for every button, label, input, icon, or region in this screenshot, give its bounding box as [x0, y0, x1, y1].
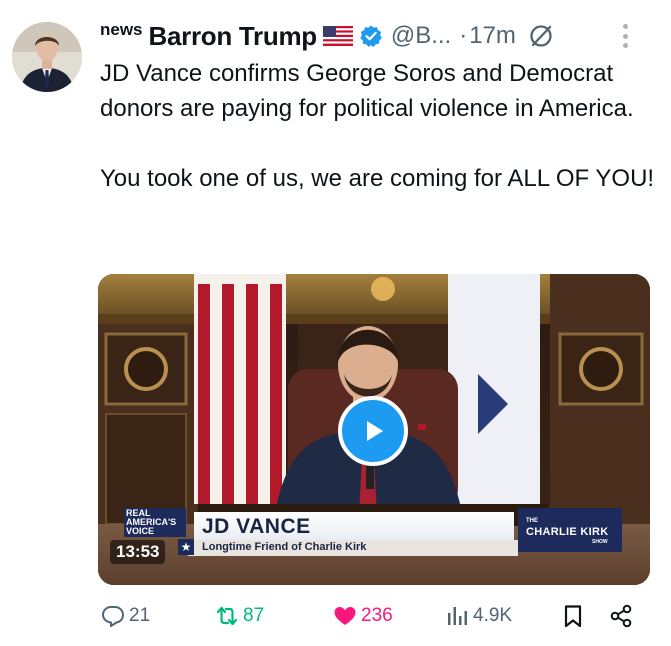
show-logo-the: THE: [526, 518, 538, 524]
bookmark-icon: [560, 603, 586, 629]
logo-block: REAL AMERICA'S VOICE: [124, 508, 186, 537]
more-dot: [623, 24, 628, 29]
bookmark-button[interactable]: [560, 598, 586, 634]
more-dot: [623, 43, 628, 48]
author-handle[interactable]: @B...: [391, 22, 451, 50]
share-icon: [608, 603, 634, 629]
tweet-paragraph: You took one of us, we are coming for AL…: [100, 165, 655, 192]
tweet-paragraph: JD Vance confirms George Soros and Democ…: [100, 60, 634, 122]
logo-line: VOICE: [126, 526, 155, 536]
views-button[interactable]: 4.9K: [444, 598, 512, 634]
tweet-text: JD Vance confirms George Soros and Democ…: [100, 56, 660, 196]
timestamp[interactable]: 17m: [469, 22, 516, 50]
separator-dot: ·: [459, 22, 468, 49]
show-logo-name: CHARLIE KIRK: [526, 526, 609, 538]
repost-icon: [214, 603, 240, 629]
lower-third-name: JD VANCE: [202, 515, 311, 538]
repost-button[interactable]: 87: [214, 598, 264, 634]
play-button[interactable]: [338, 396, 408, 466]
us-flag-icon: [322, 26, 353, 46]
lower-third-subtitle: Longtime Friend of Charlie Kirk: [202, 541, 367, 553]
views-count: 4.9K: [473, 605, 513, 626]
grok-icon[interactable]: [528, 23, 554, 49]
more-dot: [623, 33, 628, 39]
tweet-header: news Barron Trump @B... · 17m: [100, 18, 659, 54]
like-button[interactable]: 236: [332, 598, 393, 634]
video-duration: 13:53: [110, 540, 166, 564]
action-bar: 21 87 236 4.9K: [98, 598, 650, 634]
lower-third: REAL AMERICA'S VOICE JD VANCE ★ Longtime…: [98, 506, 650, 556]
avatar[interactable]: [12, 22, 82, 92]
like-count: 236: [361, 605, 393, 626]
views-icon: [444, 603, 470, 629]
network-logo: REAL AMERICA'S VOICE: [124, 508, 194, 538]
verified-badge-icon: [359, 24, 383, 48]
play-icon: [367, 421, 383, 441]
avatar-image: [12, 22, 82, 92]
heart-icon: [332, 603, 358, 629]
star-icon: ★: [178, 539, 194, 555]
reply-button[interactable]: 21: [100, 598, 150, 634]
reply-icon: [100, 603, 126, 629]
author-name[interactable]: Barron Trump: [149, 21, 318, 52]
reply-count: 21: [129, 605, 151, 626]
video-player[interactable]: REAL AMERICA'S VOICE JD VANCE ★ Longtime…: [98, 274, 650, 585]
name-prefix: news: [100, 20, 143, 39]
more-options-icon[interactable]: [623, 24, 629, 48]
share-button[interactable]: [608, 598, 634, 634]
show-logo-sub: SHOW: [592, 539, 608, 545]
repost-count: 87: [243, 605, 265, 626]
